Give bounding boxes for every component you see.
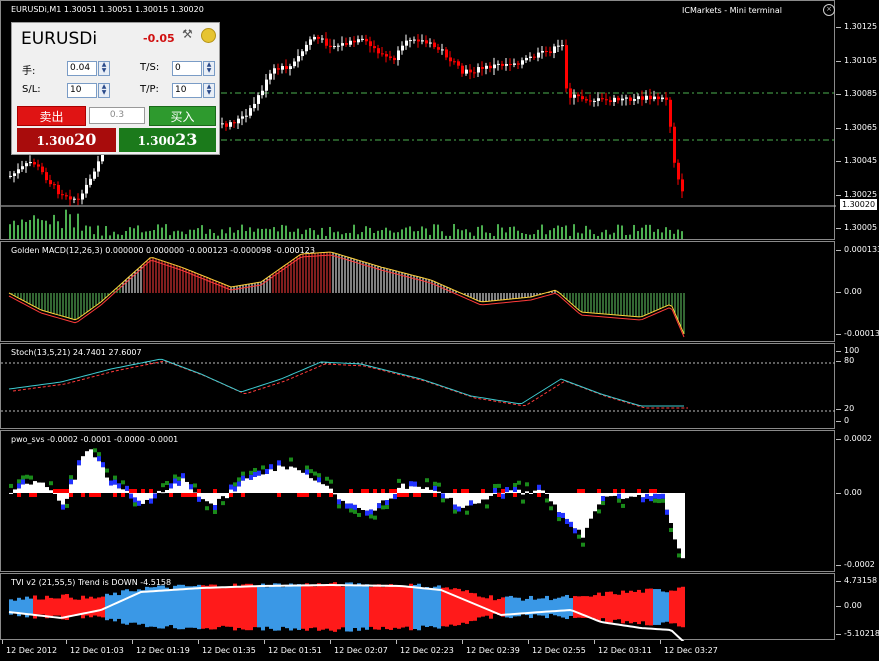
time-tick: 12 Dec 2012	[1, 640, 58, 655]
price-change: -0.05	[143, 32, 175, 45]
time-tick: 12 Dec 01:19	[132, 640, 190, 655]
ts-input[interactable]: 0	[172, 61, 202, 76]
stoch-lines	[1, 358, 836, 412]
sl-input[interactable]: 10	[67, 83, 97, 98]
pwo-tick: 0.0002	[836, 434, 872, 443]
current-price-badge: 1.30020	[840, 199, 877, 210]
tp-label: T/P:	[140, 84, 159, 95]
time-tick: 12 Dec 02:55	[528, 640, 586, 655]
price-tick: 1.30125	[835, 22, 878, 31]
time-axis: 12 Dec 2012 12 Dec 01:03 12 Dec 01:19 12…	[0, 640, 879, 661]
price-tick: 1.30025	[835, 190, 878, 199]
tp-input[interactable]: 10	[172, 83, 202, 98]
macd-histogram	[8, 251, 685, 338]
lots-label: 手:	[22, 66, 36, 77]
sell-price-main: 1.300	[36, 134, 75, 148]
tvi-tick: 0.00	[836, 601, 862, 610]
sl-label: S/L:	[22, 84, 41, 95]
macd-axis: 0.000133 0.00 -0.000133	[835, 241, 879, 342]
time-tick: 12 Dec 02:07	[330, 640, 388, 655]
time-tick: 12 Dec 01:03	[66, 640, 124, 655]
stoch-tick: 80	[835, 356, 855, 365]
stoch-panel[interactable]: Stoch(13,5,21) 24.7401 27.6007	[0, 343, 836, 429]
stoch-tick: 0	[835, 416, 850, 425]
tvi-tick: 4.73158	[835, 576, 878, 585]
sell-price-button[interactable]: 1.30020	[17, 128, 116, 152]
price-tick: 1.30065	[835, 123, 878, 132]
tvi-bars	[8, 582, 685, 641]
tp-stepper[interactable]: ▲ ▼	[203, 83, 215, 98]
coin-icon[interactable]	[201, 28, 216, 43]
pwo-panel[interactable]: pwo_svs -0.0002 -0.0001 -0.0000 -0.0001	[0, 430, 835, 572]
pwo-tick: 0.00	[836, 488, 862, 497]
macd-tick: -0.000133	[835, 329, 879, 338]
time-tick: 12 Dec 03:11	[594, 640, 652, 655]
macd-panel[interactable]: Golden MACD(12,26,3) 0.000000 0.000000 -…	[0, 241, 835, 342]
ts-stepper[interactable]: ▲ ▼	[203, 61, 215, 76]
price-tick: 1.30005	[835, 223, 878, 232]
time-tick: 12 Dec 03:27	[660, 640, 718, 655]
buy-price-pips: 23	[175, 130, 198, 149]
time-tick: 12 Dec 01:35	[198, 640, 256, 655]
tvi-panel[interactable]: TVI v2 (21,55,5) Trend is DOWN -4.5158	[0, 573, 835, 641]
time-tick: 12 Dec 01:51	[264, 640, 322, 655]
stoch-tick: 20	[835, 404, 855, 413]
sl-stepper[interactable]: ▲ ▼	[98, 83, 110, 98]
ts-label: T/S:	[140, 62, 160, 73]
lots-input[interactable]: 0.04	[67, 61, 97, 76]
tvi-axis: 4.73158 0.00 -5.10218	[835, 573, 879, 640]
trade-symbol: EURUSDi	[21, 29, 98, 49]
price-tick: 1.30105	[835, 56, 878, 65]
price-tick: 1.30045	[835, 156, 878, 165]
sell-price-pips: 20	[74, 130, 97, 149]
pwo-tick: -0.0002	[836, 560, 875, 569]
pwo-axis: 0.0002 0.00 -0.0002	[836, 430, 879, 572]
buy-button[interactable]: 买入	[149, 106, 216, 126]
lots-stepper[interactable]: ▲ ▼	[98, 61, 110, 76]
tools-icon[interactable]: ⚒	[182, 27, 193, 41]
buy-price-button[interactable]: 1.30023	[119, 128, 216, 152]
time-tick: 12 Dec 02:39	[462, 640, 520, 655]
buy-price-main: 1.300	[137, 134, 176, 148]
pwo-bars	[9, 448, 685, 559]
stoch-tick: 100	[835, 346, 860, 355]
spread-field[interactable]: 0.3	[89, 107, 145, 124]
macd-tick: 0.000133	[835, 245, 879, 254]
macd-tick: 0.00	[836, 287, 862, 296]
price-tick: 1.30085	[835, 89, 878, 98]
time-tick: 12 Dec 02:23	[396, 640, 454, 655]
stoch-axis: 100 80 20 0	[835, 343, 879, 429]
tvi-tick: -5.10218	[836, 629, 879, 638]
mini-terminal-panel: EURUSDi -0.05 ⚒ 手: 0.04 ▲ ▼ T/S: 0 ▲ ▼ S/L…	[11, 22, 220, 155]
sell-button[interactable]: 卖出	[17, 106, 86, 126]
